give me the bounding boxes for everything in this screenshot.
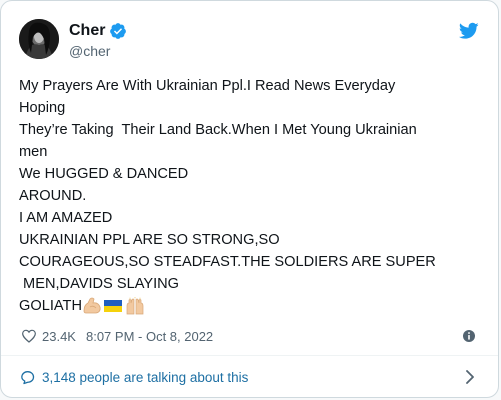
tweet-line: men: [19, 144, 48, 160]
tweet-line: AROUND.: [19, 188, 87, 204]
tweet-line: My Prayers Are With Ukrainian Ppl.I Read…: [19, 78, 396, 94]
tweet-last-line: GOLIATH: [19, 295, 489, 317]
conversation-text[interactable]: 3,148 people are talking about this: [42, 370, 248, 385]
verified-badge-icon: [110, 23, 127, 39]
name-row: Cher: [69, 21, 127, 41]
tweet-meta: 23.4K 8:07 PM - Oct 8, 2022: [21, 326, 481, 346]
tweet-line: GOLIATH: [19, 298, 82, 314]
divider: [1, 355, 498, 356]
tweet-card: Cher @cher My Prayers Are With Ukrainian…: [0, 0, 499, 398]
tweet-line: I AM AMAZED: [19, 210, 113, 226]
tweet-line: COURAGEOUS,SO STEADFAST.THE SOLDIERS ARE…: [19, 254, 436, 270]
ukraine-flag-icon: [103, 300, 122, 313]
speech-bubble-icon: [21, 370, 35, 384]
avatar[interactable]: [19, 19, 59, 59]
conversation-link[interactable]: 3,148 people are talking about this: [19, 366, 481, 388]
tweet-header: Cher @cher: [19, 19, 481, 63]
tweet-line: UKRAINIAN PPL ARE SO STRONG,SO: [19, 232, 280, 248]
tweet-line: Hoping: [19, 100, 66, 116]
tweet-line: We HUGGED & DANCED: [19, 166, 189, 182]
tweet-text: My Prayers Are With Ukrainian Ppl.I Read…: [19, 75, 489, 317]
info-icon[interactable]: [461, 328, 477, 344]
like-count[interactable]: 23.4K: [42, 329, 76, 344]
chevron-right-icon[interactable]: [463, 369, 477, 385]
author-handle[interactable]: @cher: [69, 43, 127, 59]
author-block: Cher @cher: [69, 21, 127, 59]
tweet-line: They’re Taking Their Land Back.When I Me…: [19, 122, 417, 138]
twitter-bird-icon[interactable]: [459, 22, 479, 40]
tweet-line: MEN,DAVIDS SLAYING: [19, 276, 180, 292]
flexed-biceps-icon: [83, 297, 101, 314]
timestamp[interactable]: 8:07 PM - Oct 8, 2022: [86, 329, 213, 344]
raising-hands-icon: [126, 297, 144, 315]
avatar-image: [19, 19, 59, 59]
author-display-name[interactable]: Cher: [69, 22, 105, 40]
heart-icon[interactable]: [21, 328, 37, 344]
